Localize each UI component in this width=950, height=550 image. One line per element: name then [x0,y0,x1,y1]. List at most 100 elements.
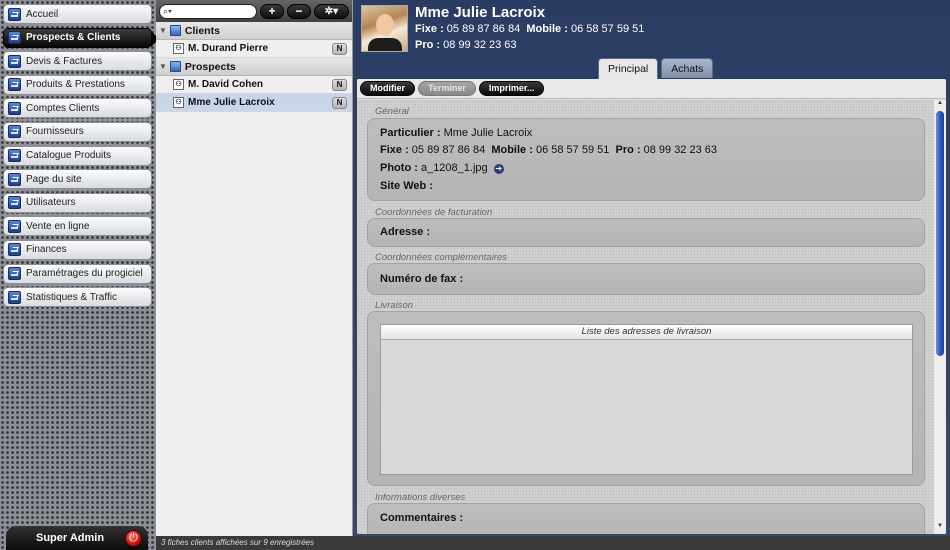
pro-value: 08 99 32 23 63 [643,144,718,156]
scroll-up-icon[interactable]: ▲ [934,100,946,110]
particulier-value: Mme Julie Lacroix [443,127,533,139]
scroll-thumb[interactable] [936,111,944,356]
record-name: M. Durand Pierre [188,43,269,54]
disclosure-triangle-icon[interactable]: ▼ [159,26,167,35]
list-item-selected[interactable]: ⚇ Mme Julie Lacroix N [156,94,352,112]
search-icon: ⌕▾ [163,5,172,16]
chart-icon [8,125,21,139]
nav-item-label: Comptes Clients [26,102,100,114]
nav-item-comptes-clients[interactable]: Comptes Clients [3,98,152,119]
status-badge: N [332,43,347,55]
nav-item-prospects-clients[interactable]: Prospects & Clients [3,27,159,48]
search-box[interactable]: ⌕▾ [159,3,257,19]
contact-card-icon: ⚇ [173,43,184,54]
nav-item-utilisateurs[interactable]: Utilisateurs [3,192,152,213]
nav-item-accueil[interactable]: Accueil [3,4,152,24]
header-pro: Pro : 08 99 32 23 63 [415,39,517,51]
disclosure-triangle-icon[interactable]: ▼ [159,62,167,71]
list-item[interactable]: ⚇ M. David Cohen N [156,76,352,94]
section-facturation: Adresse : [367,218,925,247]
nav-item-produits-prestations[interactable]: Produits & Prestations [3,74,152,95]
chart-icon [8,267,21,281]
photo-row: Photo : a_1208_1.jpg ➔ [380,162,504,174]
group-header-prospects[interactable]: ▼ Prospects [156,58,352,76]
list-toolbar: ⌕▾ + − ✲▾ [156,0,352,22]
nav-item-label: Utilisateurs [26,197,76,209]
terminer-button[interactable]: Terminer [418,81,476,96]
pro-label: Pro : [615,144,641,156]
nav-item-label: Accueil [26,8,59,20]
chart-icon [8,31,21,45]
fixe-label: Fixe : [415,23,444,35]
header-phones: Fixe : 05 89 87 86 84 Mobile : 06 58 57 … [415,23,644,35]
adresse-row: Adresse : [380,226,430,238]
scroll-down-icon[interactable]: ▼ [934,523,946,533]
nav-item-label: Fournisseurs [26,126,84,138]
chart-icon [8,54,21,68]
site-row: Site Web : [380,180,433,192]
add-record-button[interactable]: + [260,3,284,19]
contact-name-heading: Mme Julie Lacroix [415,4,546,21]
delivery-address-list[interactable]: Liste des adresses de livraison [380,324,913,475]
commentaires-label: Commentaires : [380,512,464,524]
remove-record-button[interactable]: − [287,3,311,19]
photo-filename: a_1208_1.jpg [420,162,488,174]
record-detail-panel: Mme Julie Lacroix Fixe : 05 89 87 86 84 … [353,0,950,536]
admin-label: Super Admin [36,532,105,544]
nav-item-page-du-site[interactable]: Page du site [3,169,152,190]
mobile-value: 06 58 57 59 51 [570,23,645,35]
section-complementaires: Numéro de fax : [367,263,925,295]
chart-icon [8,243,21,257]
arrow-right-circle-icon[interactable]: ➔ [493,164,504,174]
chart-icon [8,7,21,21]
action-toolbar: Modifier Terminer Imprimer... [357,79,946,99]
nav-item-catalogue-produits[interactable]: Catalogue Produits [3,145,152,166]
nav-item-fournisseurs[interactable]: Fournisseurs [3,121,152,142]
vertical-scrollbar[interactable]: ▲ ▼ [933,100,946,534]
nav-item-devis-factures[interactable]: Devis & Factures [3,51,152,72]
contact-card-icon: ⚇ [173,97,184,108]
nav-item-label: Finances [26,244,67,256]
status-bar: 3 fiches clients affichées sur 9 enregis… [156,536,950,550]
settings-menu-button[interactable]: ✲▾ [314,3,349,19]
power-icon[interactable]: ⏻ [125,529,142,547]
records-list-panel: ⌕▾ + − ✲▾ ▼ Clients ⚇ M. Durand Pierre N… [156,0,353,536]
status-badge: N [332,97,347,109]
admin-bar: Super Admin ⏻ [6,526,148,550]
nav-item-label: Catalogue Produits [26,150,112,162]
nav-item-label: Statistiques & Traffic [26,291,117,303]
section-label-diverses: Informations diverses [375,492,466,503]
chart-icon [8,149,21,163]
search-input[interactable] [173,6,254,16]
chart-icon [8,78,21,92]
nav-item-finances[interactable]: Finances [3,239,152,260]
list-item[interactable]: ⚇ M. Durand Pierre N [156,40,352,58]
tab-achats[interactable]: Achats [661,58,714,78]
chart-icon [8,101,21,115]
nav-item-statistiques[interactable]: Statistiques & Traffic [3,287,152,308]
chart-icon [8,290,21,304]
nav-item-parametrages[interactable]: Paramétrages du progiciel [3,263,152,284]
tab-principal[interactable]: Principal [598,58,659,79]
nav-item-vente-en-ligne[interactable]: Vente en ligne [3,216,152,237]
record-name: M. David Cohen [188,79,264,90]
record-name: Mme Julie Lacroix [188,97,275,108]
group-header-clients[interactable]: ▼ Clients [156,22,352,40]
imprimer-button[interactable]: Imprimer... [478,81,545,96]
delivery-list-header: Liste des adresses de livraison [381,325,912,340]
section-diverses: Commentaires : [367,503,925,534]
chart-icon [8,219,21,233]
folder-icon [169,61,181,72]
main-navigation: Accueil Prospects & Clients Devis & Fact… [0,0,159,550]
photo-label: Photo : [380,162,418,174]
pro-label: Pro : [415,39,441,51]
group-label: Clients [184,24,220,37]
modifier-button[interactable]: Modifier [360,81,415,96]
section-label-facturation: Coordonnées de facturation [375,207,493,218]
form-scroll-area[interactable]: Général Particulier : Mme Julie Lacroix … [357,100,946,534]
nav-item-label: Prospects & Clients [26,32,121,44]
folder-icon [169,25,181,36]
nav-item-label: Devis & Factures [26,55,103,67]
nav-item-label: Produits & Prestations [26,79,125,91]
group-label: Prospects [184,60,236,73]
